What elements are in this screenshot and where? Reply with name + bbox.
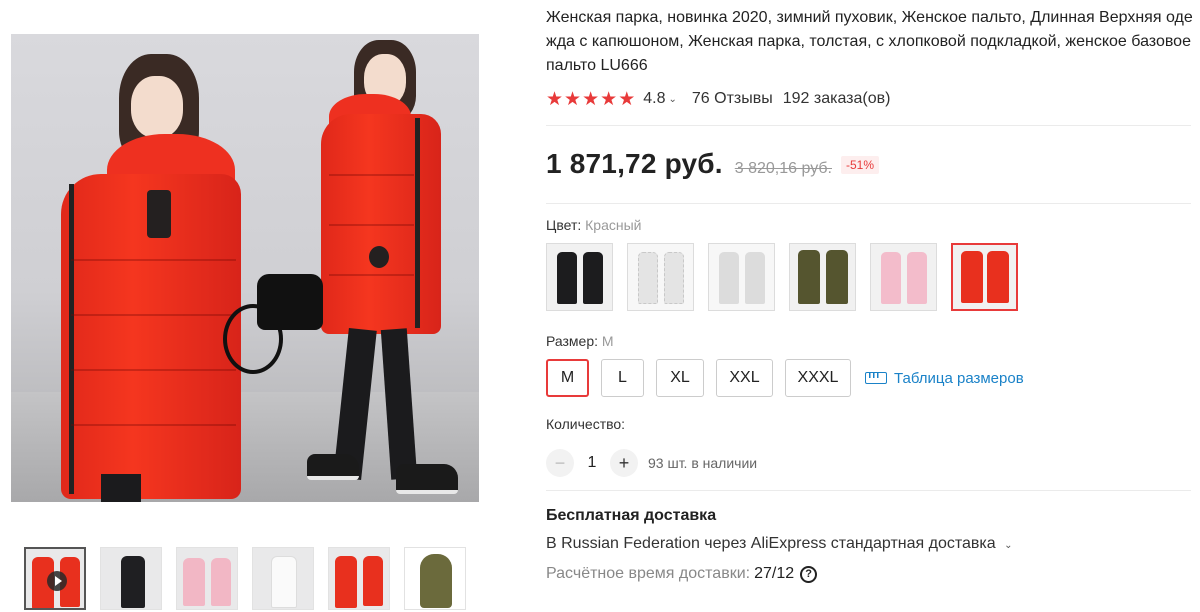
star-icon: ★ bbox=[546, 88, 564, 110]
shipping-method-text: В Russian Federation через AliExpress ст… bbox=[546, 535, 996, 552]
color-swatch-black[interactable] bbox=[546, 243, 613, 311]
rating-stars: ★ ★ ★ ★ ★ bbox=[546, 88, 635, 111]
quantity-label: Количество: bbox=[546, 416, 626, 432]
size-label: Размер: M bbox=[546, 333, 614, 349]
selected-size: M bbox=[601, 333, 614, 349]
size-option-xxl[interactable]: XXL bbox=[716, 359, 773, 397]
chevron-down-icon[interactable]: ⌄ bbox=[1004, 540, 1012, 551]
size-option-m[interactable]: M bbox=[546, 359, 589, 397]
star-icon: ★ bbox=[564, 88, 582, 110]
thumbnail-video[interactable] bbox=[24, 547, 86, 610]
ruler-icon bbox=[865, 372, 887, 384]
shipping-method[interactable]: В Russian Federation через AliExpress ст… bbox=[546, 535, 1013, 553]
orders-count: 192 заказа(ов) bbox=[782, 90, 891, 107]
color-swatch-light-grey[interactable] bbox=[708, 243, 775, 311]
thumbnail-2[interactable] bbox=[100, 547, 162, 610]
reviews-link[interactable]: 76 Отзывы bbox=[692, 90, 773, 108]
product-info: Женская парка, новинка 2020, зимний пухо… bbox=[546, 6, 1196, 113]
star-icon: ★ bbox=[582, 88, 600, 110]
rating-value[interactable]: 4.8 bbox=[643, 90, 665, 108]
color-swatch-red[interactable] bbox=[951, 243, 1018, 311]
size-option-xxxl[interactable]: XXXL bbox=[785, 359, 851, 397]
size-options: M L XL XXL XXXL Таблица размеров bbox=[546, 359, 1024, 397]
color-label-text: Цвет: bbox=[546, 217, 582, 233]
current-price: 1 871,72 руб. bbox=[546, 148, 723, 179]
divider bbox=[546, 125, 1191, 126]
delivery-estimate: Расчётное время доставки: 27/12 ? bbox=[546, 565, 818, 583]
size-chart-link[interactable]: Таблица размеров bbox=[865, 370, 1024, 387]
rating-row: ★ ★ ★ ★ ★ 4.8 ⌄ 76 Отзывы 192 заказа(ов) bbox=[546, 85, 1196, 113]
divider bbox=[546, 490, 1191, 491]
thumbnail-strip bbox=[24, 547, 466, 610]
quantity-value[interactable]: 1 bbox=[574, 454, 610, 472]
thumbnail-5[interactable] bbox=[328, 547, 390, 610]
size-option-xl[interactable]: XL bbox=[656, 359, 704, 397]
thumbnail-4[interactable] bbox=[252, 547, 314, 610]
color-label: Цвет: Красный bbox=[546, 217, 642, 233]
quantity-stepper: − 1 + 93 шт. в наличии bbox=[546, 449, 757, 477]
size-label-text: Размер: bbox=[546, 333, 599, 349]
quantity-minus-button[interactable]: − bbox=[546, 449, 574, 477]
discount-badge: -51% bbox=[841, 156, 880, 174]
help-icon[interactable]: ? bbox=[800, 565, 818, 583]
thumbnail-3[interactable] bbox=[176, 547, 238, 610]
star-icon: ★ bbox=[618, 88, 636, 110]
eta-label: Расчётное время доставки: bbox=[546, 565, 751, 582]
eta-date: 27/12 bbox=[754, 565, 795, 582]
star-icon: ★ bbox=[600, 88, 618, 110]
color-swatch-white[interactable] bbox=[627, 243, 694, 311]
divider bbox=[546, 203, 1191, 204]
play-icon[interactable] bbox=[47, 571, 67, 591]
price-row: 1 871,72 руб. 3 820,16 руб. -51% bbox=[546, 148, 880, 180]
color-swatches bbox=[546, 243, 1018, 311]
color-swatch-pink[interactable] bbox=[870, 243, 937, 311]
color-swatch-army-green[interactable] bbox=[789, 243, 856, 311]
stock-count: 93 шт. в наличии bbox=[648, 455, 758, 471]
old-price: 3 820,16 руб. bbox=[734, 160, 832, 177]
size-option-l[interactable]: L bbox=[601, 359, 644, 397]
size-chart-label: Таблица размеров bbox=[894, 369, 1024, 387]
chevron-down-icon[interactable]: ⌄ bbox=[668, 94, 676, 105]
main-product-image[interactable] bbox=[11, 34, 479, 502]
thumbnail-6[interactable] bbox=[404, 547, 466, 610]
shipping-title: Бесплатная доставка bbox=[546, 507, 717, 524]
selected-color: Красный bbox=[585, 217, 642, 233]
quantity-plus-button[interactable]: + bbox=[610, 449, 638, 477]
product-title: Женская парка, новинка 2020, зимний пухо… bbox=[546, 9, 1193, 74]
